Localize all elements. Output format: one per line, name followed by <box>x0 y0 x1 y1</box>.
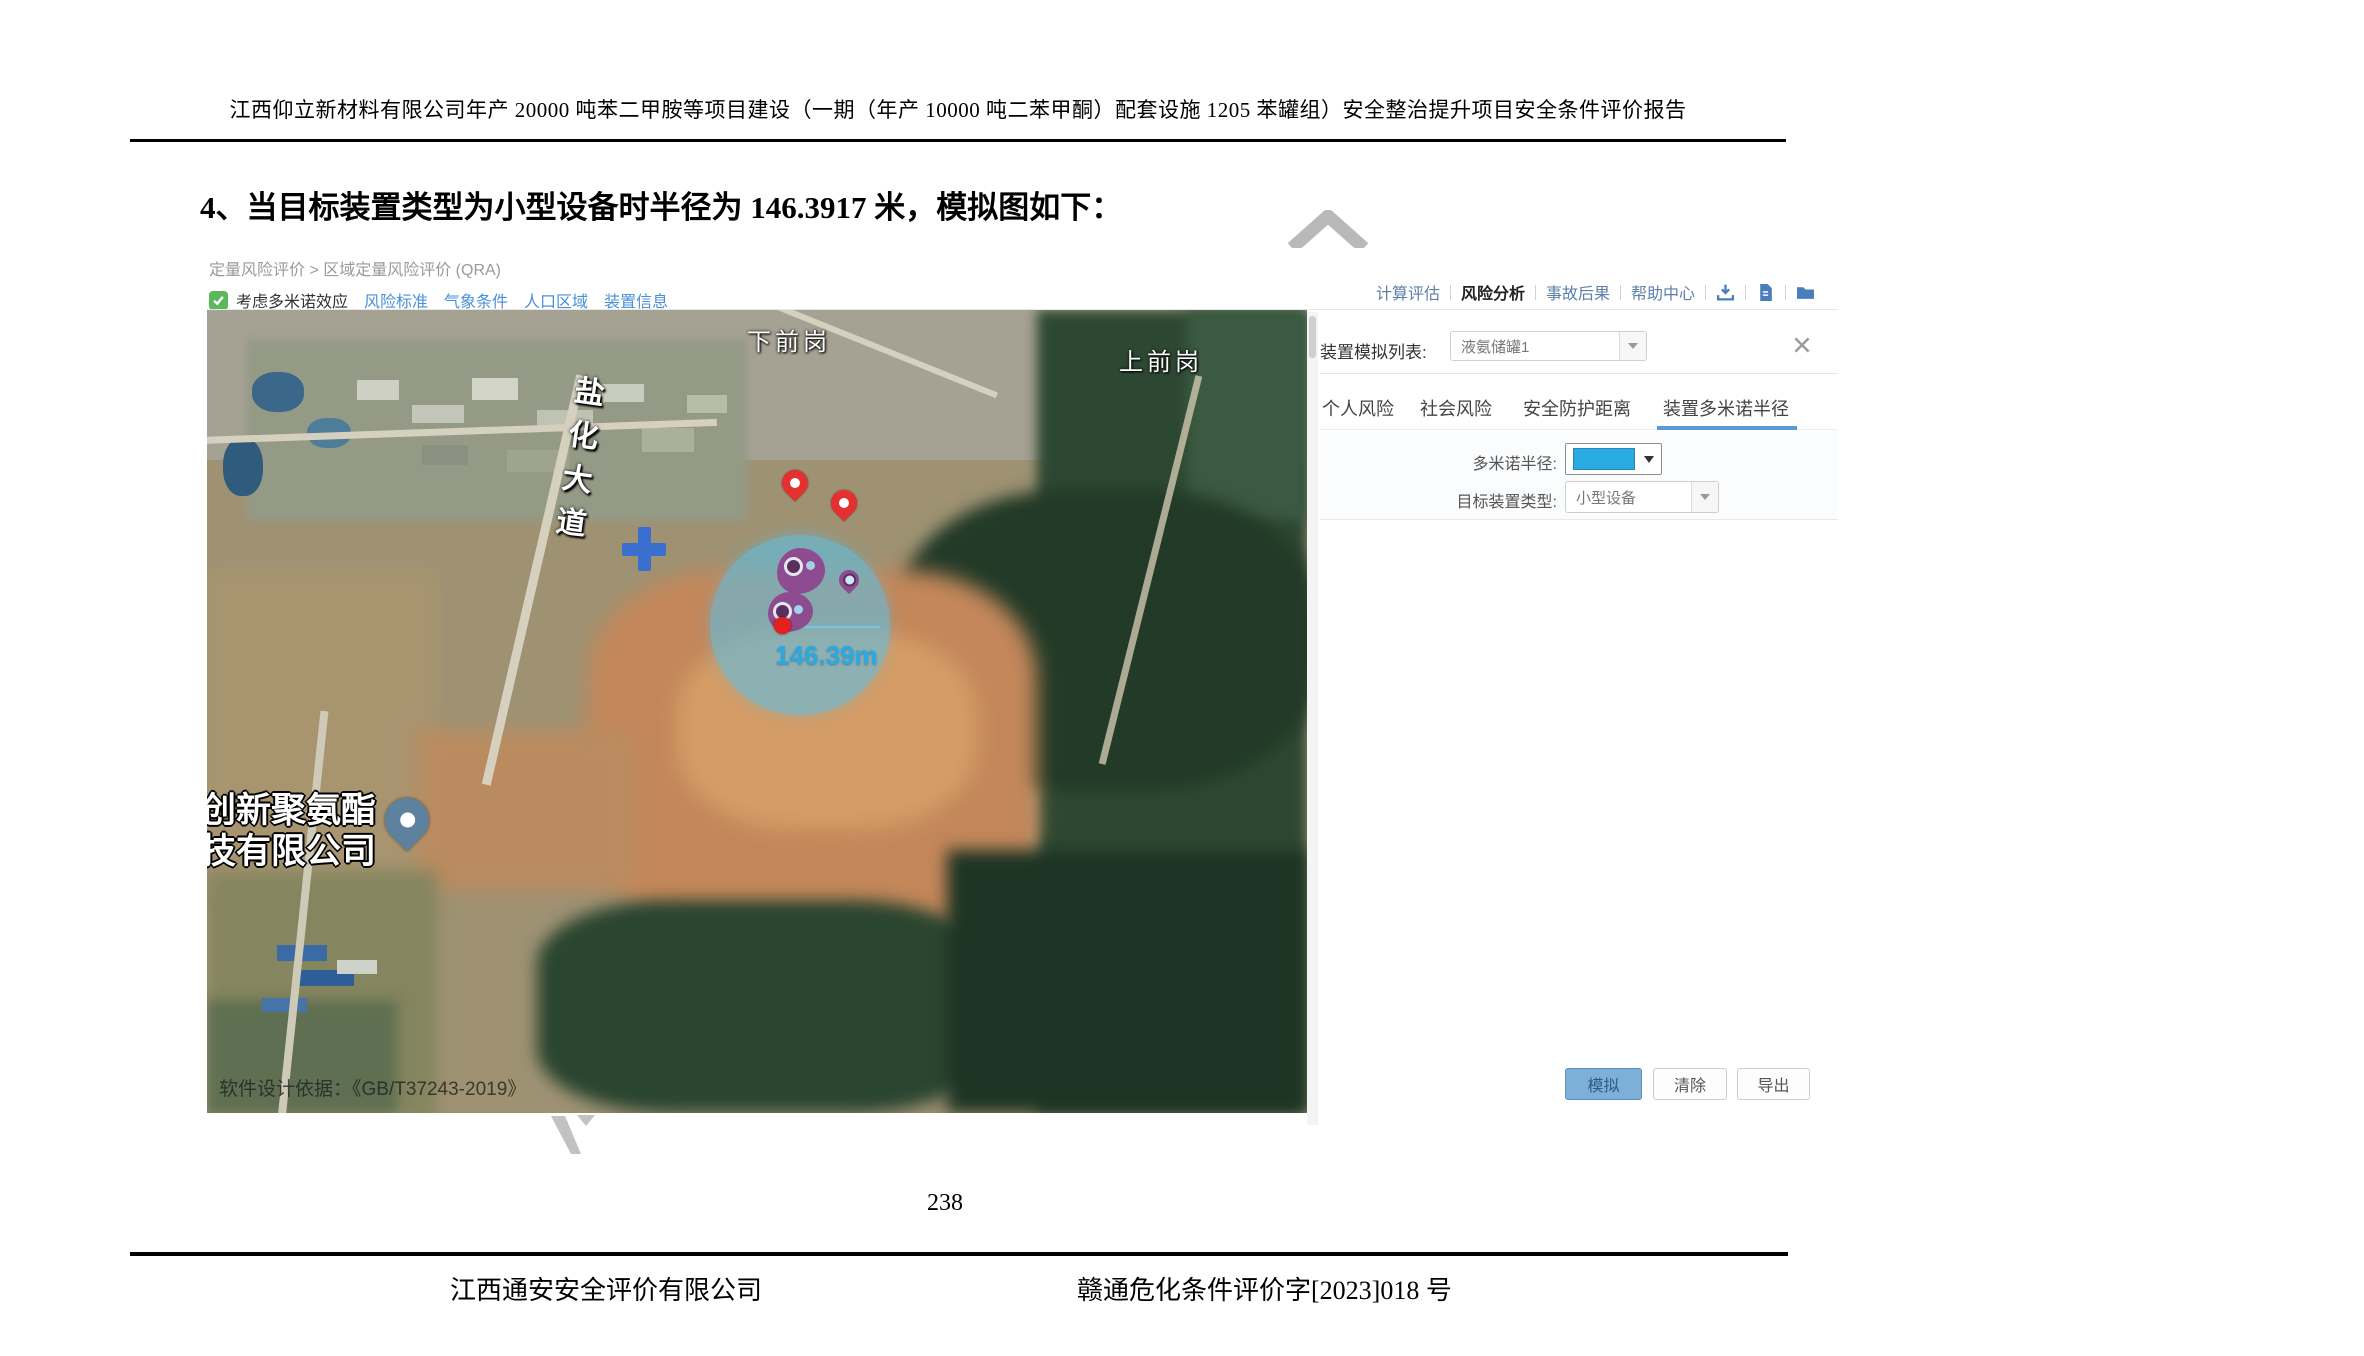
header-rule <box>130 139 1786 142</box>
tab-personal-risk[interactable]: 个人风险 <box>1322 395 1394 421</box>
watermark-caret <box>1288 210 1368 250</box>
red-pin-marker[interactable] <box>826 485 863 522</box>
target-center-point[interactable] <box>774 617 791 634</box>
watermark-v <box>543 1112 603 1157</box>
radius-color-select[interactable] <box>1565 443 1662 475</box>
page-number: 238 <box>880 1190 1010 1217</box>
report-page: 江西仰立新材料有限公司年产 20000 吨苯二甲胺等项目建设（一期（年产 100… <box>0 0 2364 1356</box>
tab-domino-radius[interactable]: 装置多米诺半径 <box>1663 395 1789 421</box>
panel-divider <box>1320 373 1838 374</box>
target-type-select-arrow[interactable] <box>1691 482 1718 512</box>
domino-effect-checkbox[interactable] <box>209 291 228 310</box>
chevron-down-icon <box>1644 456 1654 463</box>
town-label-top: 下前岗 <box>747 322 831 357</box>
domino-radius-label: 多米诺半径: <box>1407 450 1557 474</box>
simulate-button[interactable]: 模拟 <box>1565 1068 1642 1100</box>
tab-safety-distance[interactable]: 安全防护距离 <box>1523 395 1631 421</box>
radius-color-swatch <box>1573 448 1635 470</box>
nav-accident-consequence[interactable]: 事故后果 <box>1546 280 1610 304</box>
device-select[interactable]: 液氨储罐1 <box>1450 331 1647 361</box>
breadcrumb: 定量风险评价 > 区域定量风险评价 (QRA) <box>209 256 501 280</box>
panel-splitter[interactable] <box>1307 312 1318 1125</box>
target-type-select[interactable]: 小型设备 <box>1565 481 1719 513</box>
town-label-right: 上前岗 <box>1119 342 1203 377</box>
active-tab-indicator <box>1657 426 1797 430</box>
target-type-label: 目标装置类型: <box>1407 488 1557 512</box>
document-header-title: 江西仰立新材料有限公司年产 20000 吨苯二甲胺等项目建设（一期（年产 100… <box>130 94 1786 124</box>
panel-title: 装置模拟列表: <box>1320 338 1427 363</box>
device-select-arrow[interactable] <box>1619 332 1646 360</box>
clear-button[interactable]: 清除 <box>1653 1068 1727 1100</box>
close-icon[interactable] <box>1791 334 1813 356</box>
body-text-line: 4、当目标装置类型为小型设备时半径为 146.3917 米，模拟图如下： <box>200 182 1122 227</box>
top-nav: 计算评估 风险分析 事故后果 帮助中心 <box>1376 280 1815 304</box>
footer-rule <box>130 1252 1788 1256</box>
company-label: 创新聚氨酯 技有限公司 <box>207 790 376 873</box>
export-button[interactable]: 导出 <box>1737 1068 1810 1100</box>
tab-social-risk[interactable]: 社会风险 <box>1420 395 1492 421</box>
footer-certificate: 赣通危化条件评价字[2023]018 号 <box>1077 1270 1452 1307</box>
map-attribution: 软件设计依据：《GB/T37243-2019》 <box>219 1074 526 1101</box>
folder-icon[interactable] <box>1796 283 1815 302</box>
check-icon <box>212 294 225 307</box>
scrollbar-thumb[interactable] <box>1309 316 1316 358</box>
radius-distance-label: 146.39m <box>775 640 905 671</box>
qra-app-window: 定量风险评价 > 区域定量风险评价 (QRA) 考虑多米诺效应 风险标准 气象条… <box>207 248 1838 1125</box>
radius-measure-line <box>792 626 880 628</box>
nav-calc-evaluation[interactable]: 计算评估 <box>1376 280 1440 304</box>
red-pin-marker[interactable] <box>777 465 814 502</box>
footer-company: 江西通安安全评价有限公司 <box>450 1270 762 1307</box>
download-icon[interactable] <box>1716 283 1735 302</box>
map-canvas[interactable]: 地图比例设置 测距 更换地图 下前岗 上 <box>207 310 1307 1113</box>
nav-help-center[interactable]: 帮助中心 <box>1631 280 1695 304</box>
blue-cross-marker[interactable] <box>622 527 666 571</box>
nav-risk-analysis[interactable]: 风险分析 <box>1461 280 1525 304</box>
file-icon[interactable] <box>1756 283 1775 302</box>
device-simulation-panel: 装置模拟列表: 液氨储罐1 个人风险 社会风险 安全防护距离 装置多米诺半径 多… <box>1320 312 1838 1125</box>
